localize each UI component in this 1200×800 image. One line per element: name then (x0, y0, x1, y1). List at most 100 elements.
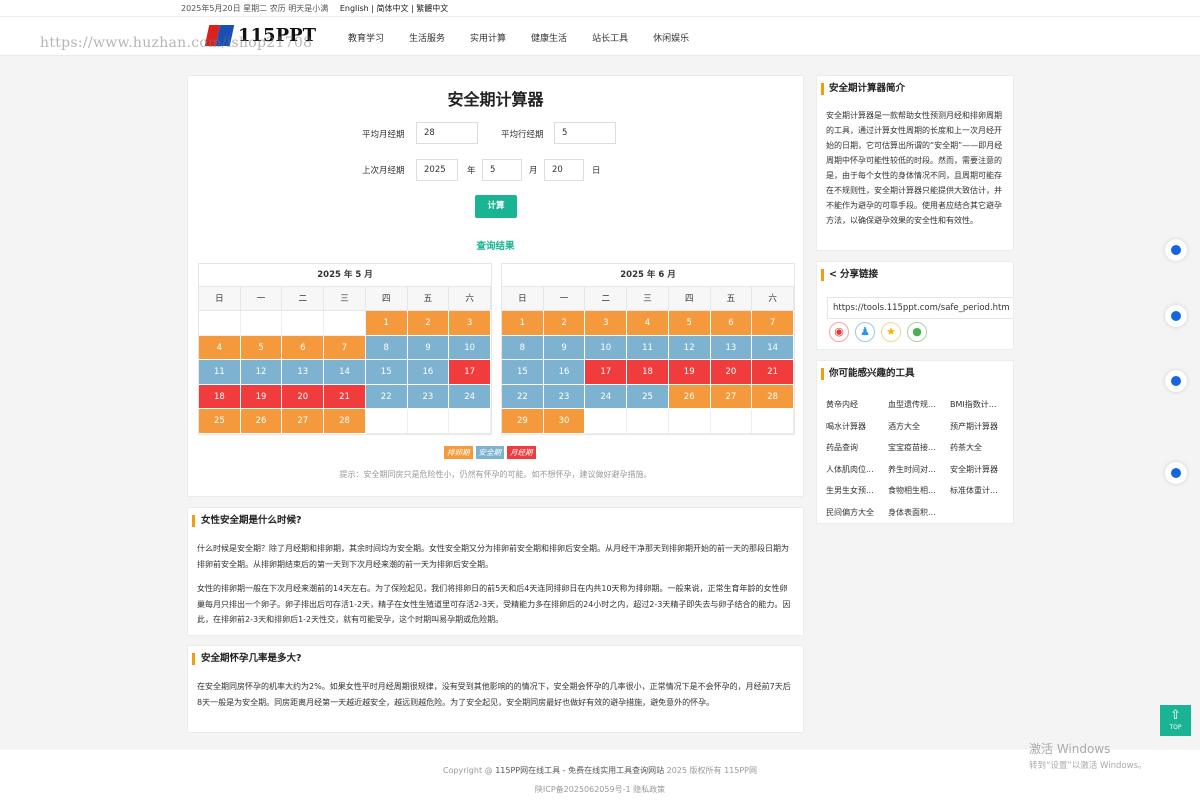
tool-link[interactable]: 药品查询 (826, 437, 888, 459)
article-pregnancy-rate-p1: 在安全期同房怀孕的机率大约为2%。如果女性平时月经周期很规律，没有受到其他影响的… (197, 682, 791, 707)
back-to-top-button[interactable]: ⇧ TOP (1160, 705, 1191, 736)
tool-link[interactable]: 民间偏方大全 (826, 502, 888, 524)
nav-item-life[interactable]: 生活服务 (409, 31, 445, 44)
share-icon: < (829, 269, 837, 280)
float-button-4[interactable] (1165, 462, 1187, 484)
wechat-icon[interactable]: ● (907, 322, 927, 342)
nav-item-education[interactable]: 教育学习 (348, 31, 384, 44)
tool-link[interactable]: 安全期计算器 (950, 459, 1012, 481)
calendar-day: 20 (710, 360, 753, 385)
circle-icon (1171, 468, 1181, 478)
qzone-icon[interactable]: ★ (881, 322, 901, 342)
share-url-field[interactable]: https://tools.115ppt.com/safe_period.htm (827, 297, 1013, 319)
circle-icon (1171, 376, 1181, 386)
tool-link[interactable]: 宝宝疫苗接... (888, 437, 950, 459)
weekday-header: 日 (199, 287, 241, 311)
site-footer: Copyright @ 115PP网在线工具 - 免费在线实用工具查询网站 20… (0, 750, 1200, 800)
calendar-june-grid: 日一二三四五六 1 2 3 4 5 6 7 8 9 10 11 12 13 14 15 16 17 18 19 20 21… (502, 287, 794, 434)
tool-link[interactable]: 酒方大全 (888, 416, 950, 438)
calendar-day: 15 (502, 360, 544, 385)
tool-link[interactable]: 黄帝内经 (826, 394, 888, 416)
calculate-button[interactable]: 计算 (475, 195, 517, 218)
watermark-text: https://www.huzhan.com/ishop21708 (40, 35, 313, 51)
nav-item-webmaster[interactable]: 站长工具 (592, 31, 628, 44)
qq-icon[interactable]: ♟ (855, 322, 875, 342)
tool-link[interactable]: 血型遗传规... (888, 394, 950, 416)
calendar-day: 30 (543, 409, 586, 434)
calendar-day: 3 (585, 311, 628, 336)
circle-icon (1171, 245, 1181, 255)
calendar-day: 19 (240, 384, 283, 409)
float-button-2[interactable] (1165, 305, 1187, 327)
calendar-day: 13 (282, 360, 325, 385)
weekday-header: 六 (449, 287, 491, 311)
tools-list: 黄帝内经 血型遗传规... BMI指数计... 喝水计算器 酒方大全 预产期计算… (826, 394, 1012, 523)
calendar-day: 8 (365, 335, 408, 360)
language-switcher[interactable]: English | 简体中文 | 繁體中文 (340, 4, 448, 13)
calendar-day: 4 (627, 311, 669, 336)
calendar-day: 9 (407, 335, 450, 360)
calendar-day: 12 (240, 360, 283, 385)
calendar-day: 14 (752, 335, 794, 360)
footer-site-link[interactable]: 115PP网在线工具 - 免费在线实用工具查询网站 (495, 766, 664, 775)
calendar-day: 11 (627, 335, 669, 360)
article-pregnancy-rate-title: 安全期怀孕几率是多大? (192, 653, 302, 665)
result-title: 查询结果 (476, 241, 515, 252)
nav-item-calc[interactable]: 实用计算 (470, 31, 506, 44)
tool-link[interactable]: 药茶大全 (950, 437, 1012, 459)
tool-link[interactable]: 标准体重计... (950, 480, 1012, 502)
calendar-empty-cell (710, 409, 753, 434)
article-safe-period-p2: 女性的排卵期一般在下次月经来潮前的14天左右。为了保险起见，我们将排卵日的前5天… (197, 584, 791, 624)
tool-link[interactable]: 养生时间对... (888, 459, 950, 481)
tool-link[interactable]: 预产期计算器 (950, 416, 1012, 438)
footer-copyright: Copyright @ 115PP网在线工具 - 免费在线实用工具查询网站 20… (0, 765, 1200, 776)
calendar-day: 25 (199, 409, 241, 434)
nav-item-health[interactable]: 健康生活 (531, 31, 567, 44)
date-text: 2025年5月20日 星期二 农历 明天是小满 (181, 4, 329, 13)
tool-link[interactable]: 身体表面积... (888, 502, 950, 524)
footer-copyright-suffix: 2025 版权所有 115PP网 (664, 766, 757, 775)
calendar-day: 15 (365, 360, 408, 385)
circle-icon (1171, 311, 1181, 321)
article-pregnancy-rate: 安全期怀孕几率是多大? 在安全期同房怀孕的机率大约为2%。如果女性平时月经周期很… (187, 645, 804, 733)
calendar-day: 7 (752, 311, 794, 336)
weekday-header: 二 (282, 287, 325, 311)
year-input[interactable]: 2025 (416, 159, 458, 181)
calendar-empty-cell (449, 409, 491, 434)
calendar-day: 7 (324, 335, 366, 360)
tool-link[interactable]: 生男生女预... (826, 480, 888, 502)
day-input[interactable]: 20 (544, 159, 584, 181)
avg-cycle-label: 平均月经期 (362, 130, 405, 140)
weekday-header: 三 (627, 287, 669, 311)
tool-link[interactable]: 喝水计算器 (826, 416, 888, 438)
calendar-day: 14 (324, 360, 366, 385)
footer-icp[interactable]: 陕ICP备2025062059号-1 隐私政策 (0, 784, 1200, 795)
weekday-header: 三 (324, 287, 366, 311)
weibo-icon[interactable]: ◉ (829, 322, 849, 342)
nav-item-leisure[interactable]: 休闲娱乐 (653, 31, 689, 44)
weekday-header: 一 (240, 287, 283, 311)
last-period-label: 上次月经期 (362, 166, 405, 176)
tool-link[interactable]: 人体肌肉位... (826, 459, 888, 481)
calendar-day: 26 (668, 384, 711, 409)
calendar-day: 5 (240, 335, 283, 360)
calendar-day: 19 (668, 360, 711, 385)
calendar-empty-cell (585, 409, 628, 434)
calendar-legend: 排卵期 安全期 月经期 (444, 446, 536, 459)
calendar-empty-cell (282, 311, 325, 336)
calendar-empty-cell (240, 311, 283, 336)
calendar-june: 2025 年 6 月 日一二三四五六 1 2 3 4 5 6 7 8 9 10 11 12 13 14 15 1… (501, 263, 795, 435)
tool-link[interactable]: 食物相生相... (888, 480, 950, 502)
calendar-day: 12 (668, 335, 711, 360)
float-button-3[interactable] (1165, 370, 1187, 392)
main-nav: 教育学习 生活服务 实用计算 健康生活 站长工具 休闲娱乐 (348, 31, 714, 44)
calendar-day: 22 (502, 384, 544, 409)
weekday-header: 五 (407, 287, 450, 311)
avg-cycle-input[interactable]: 28 (416, 122, 478, 144)
avg-period-input[interactable]: 5 (554, 122, 616, 144)
weekday-header: 一 (543, 287, 586, 311)
tool-link[interactable]: BMI指数计... (950, 394, 1012, 416)
float-button-1[interactable] (1165, 239, 1187, 261)
month-input[interactable]: 5 (482, 159, 522, 181)
weekday-header: 二 (585, 287, 628, 311)
